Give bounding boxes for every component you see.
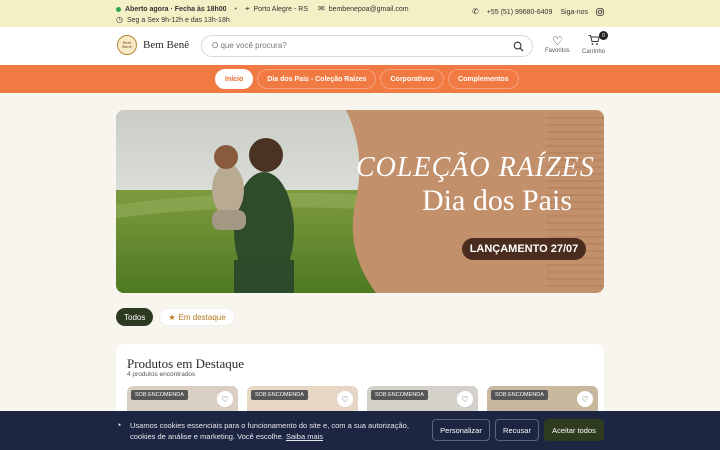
cart-button[interactable]: 0 Carrinho	[582, 31, 609, 55]
favorite-heart-icon[interactable]: ♡	[577, 391, 593, 407]
accept-all-button[interactable]: Aceitar todos	[544, 419, 604, 441]
cart-count-badge: 0	[599, 31, 609, 40]
cookie-icon: ◔	[116, 420, 122, 430]
filter-all[interactable]: Todos	[116, 308, 154, 326]
nav-item-inicio[interactable]: Início	[215, 69, 254, 89]
instagram-icon[interactable]	[596, 8, 604, 16]
product-filters: Todos ★ Em destaque	[116, 308, 235, 326]
site-header: Bem Benê Bem Benê ♡ Favoritos 0 Carrinho	[0, 27, 720, 65]
location-pin-icon: ⌖	[245, 4, 250, 13]
category-nav: Início Dia dos Pais - Coleção Raízes Cor…	[0, 65, 720, 93]
hero-banner[interactable]: COLEÇÃO RAÍZES Dia dos Pais LANÇAMENTO 2…	[116, 110, 604, 293]
brand-name: Bem Benê	[143, 39, 190, 51]
reject-button[interactable]: Recusar	[495, 419, 539, 441]
learn-more-link[interactable]: Saiba mais	[286, 432, 323, 441]
separator: •	[234, 5, 237, 13]
favorite-heart-icon[interactable]: ♡	[217, 391, 233, 407]
cart-icon: 0	[582, 31, 609, 49]
search-input[interactable]	[212, 41, 502, 50]
star-icon: ★	[168, 312, 176, 322]
top-info-bar: Aberto agora · Fecha às 18h00 • ⌖ Porto …	[0, 0, 720, 27]
favorites-button[interactable]: ♡ Favoritos	[545, 34, 570, 54]
section-title: Produtos em Destaque	[127, 356, 244, 371]
follow-label: Siga-nos	[560, 8, 588, 16]
brand-logo[interactable]: Bem Benê Bem Benê	[117, 35, 189, 55]
open-status: Aberto agora · Fecha às 18h00	[125, 5, 227, 13]
clock-icon: ◷	[116, 15, 123, 24]
store-hours: Seg a Sex 9h-12h e das 13h-18h	[126, 16, 230, 24]
made-to-order-tag: SOB ENCOMENDA	[491, 390, 548, 400]
phone-icon: ✆	[472, 7, 479, 16]
banner-title: COLEÇÃO RAÍZES	[356, 152, 595, 183]
mail-icon: ✉	[317, 4, 325, 13]
made-to-order-tag: SOB ENCOMENDA	[131, 390, 188, 400]
cookie-text: Usamos cookies essenciais para o funcion…	[130, 421, 409, 441]
logo-badge: Bem Benê	[117, 35, 137, 55]
launch-badge: LANÇAMENTO 27/07	[462, 238, 586, 260]
filter-featured-label: Em destaque	[178, 312, 226, 322]
filter-featured[interactable]: ★ Em destaque	[159, 308, 235, 326]
made-to-order-tag: SOB ENCOMENDA	[371, 390, 428, 400]
favorite-heart-icon[interactable]: ♡	[337, 391, 353, 407]
store-email[interactable]: bembenepoa@gmail.com	[329, 6, 409, 13]
product-count: 4 produtos encontrados	[127, 371, 196, 378]
banner-subtitle: Dia dos Pais	[422, 184, 572, 217]
cookie-message: Usamos cookies essenciais para o funcion…	[130, 420, 425, 442]
search-icon[interactable]	[513, 41, 524, 52]
favorite-heart-icon[interactable]: ♡	[457, 391, 473, 407]
favorites-label: Favoritos	[545, 48, 570, 54]
cookie-banner: ◔ Usamos cookies essenciais para o funci…	[0, 411, 720, 450]
open-status-dot	[116, 6, 121, 12]
store-info: Aberto agora · Fecha às 18h00 • ⌖ Porto …	[116, 4, 409, 25]
search-box[interactable]	[201, 35, 533, 57]
made-to-order-tag: SOB ENCOMENDA	[251, 390, 308, 400]
nav-item-complementos[interactable]: Complementos	[448, 69, 519, 89]
nav-item-dia-dos-pais[interactable]: Dia dos Pais - Coleção Raízes	[257, 69, 377, 89]
cart-label: Carrinho	[582, 49, 606, 55]
store-location: Porto Alegre - RS	[253, 5, 308, 13]
heart-icon: ♡	[551, 34, 563, 48]
store-phone[interactable]: +55 (51) 99680-6409	[487, 9, 553, 16]
shopping-cart-icon	[588, 35, 600, 45]
customize-button[interactable]: Personalizar	[432, 419, 490, 441]
nav-item-corporativos[interactable]: Corporativos	[380, 69, 445, 89]
